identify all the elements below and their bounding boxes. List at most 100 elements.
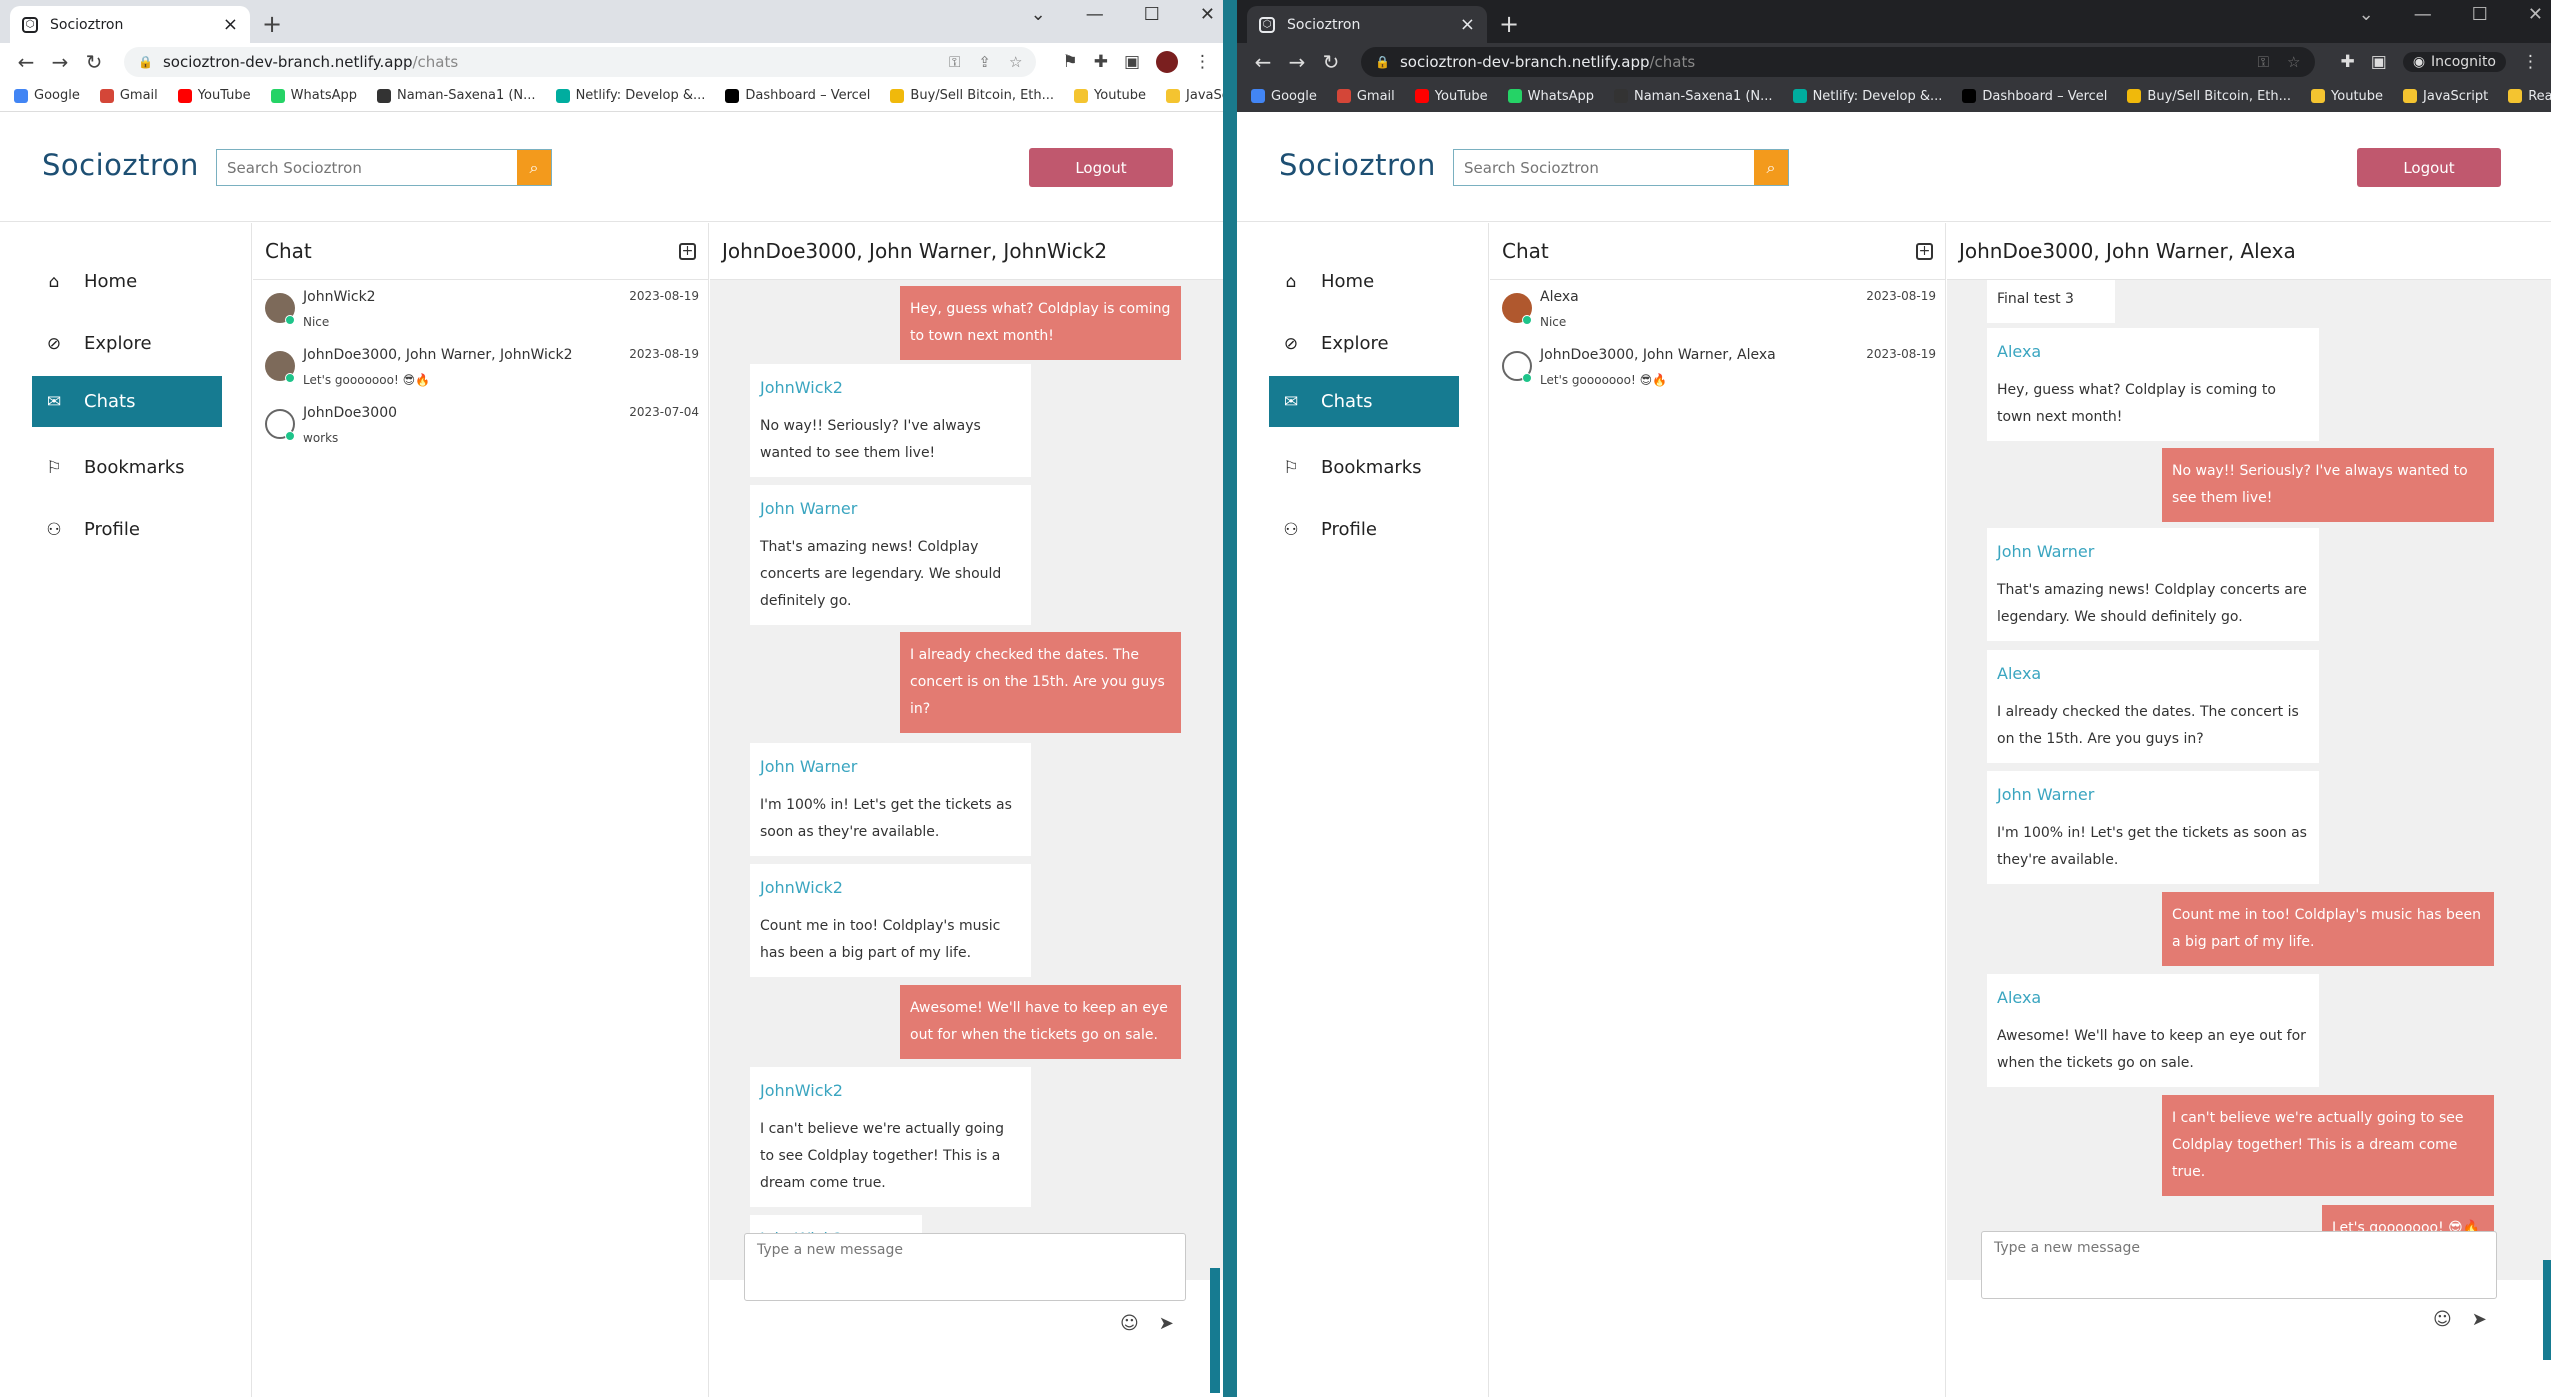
maximize-icon[interactable]: ☐ [1144,4,1160,25]
bookmark-item[interactable]: Youtube [1074,88,1146,103]
sidebar-item-profile[interactable]: ⚇ Profile [1269,504,1459,555]
browser-tab[interactable]: ⬡ Socioztron × [1247,6,1487,43]
logo[interactable]: Socioztron [42,148,199,182]
search-button[interactable]: ⌕ [1754,150,1788,185]
sidebar-item-home[interactable]: ⌂ Home [1269,256,1459,307]
menu-icon[interactable]: ⋮ [1194,52,1211,72]
sidebar-item-bookmarks[interactable]: ⚐ Bookmarks [1269,442,1459,493]
message-list[interactable]: Final test 3 Alexa Hey, guess what? Coldp… [1947,280,2551,1280]
search-button[interactable]: ⌕ [517,150,551,185]
message-list[interactable]: Hey, guess what? Coldplay is coming to t… [710,280,1223,1280]
sidebar-item-profile[interactable]: ⚇ Profile [32,504,222,555]
bookmark-item[interactable]: Netlify: Develop &... [1792,89,1942,104]
bookmark-item[interactable]: Google [1251,89,1317,104]
key-icon[interactable]: ⚿ [949,53,960,71]
bookmark-item[interactable]: Dashboard – Vercel [1962,89,2107,104]
incognito-badge[interactable]: ◉ Incognito [2402,51,2506,72]
sidepanel-icon[interactable]: ▣ [1124,52,1140,72]
scrollbar[interactable] [1210,1268,1220,1393]
menu-icon[interactable]: ⋮ [2522,52,2539,72]
new-tab-button[interactable]: + [262,10,282,38]
emoji-icon[interactable]: ☺ [2433,1309,2452,1330]
chat-list-item[interactable]: JohnDoe3000 2023-07-04 works [263,401,699,457]
chat-list-item[interactable]: JohnWick2 2023-08-19 Nice [263,285,699,341]
search-input[interactable] [217,150,517,185]
new-chat-icon[interactable]: + [679,242,696,260]
maximize-icon[interactable]: ☐ [2472,4,2488,25]
new-tab-button[interactable]: + [1499,10,1519,38]
bookmark-item[interactable]: Buy/Sell Bitcoin, Eth... [2127,89,2291,104]
chat-list-item[interactable]: JohnDoe3000, John Warner, JohnWick2 2023… [263,343,699,399]
app: Socioztron ⌕ Logout ⌂ Home ⊘ Explore ✉ Chat… [0,112,1223,1397]
search-icon: ⌕ [529,157,539,177]
message-input[interactable]: Type a new message [1981,1231,2497,1299]
back-icon[interactable]: ← [12,50,40,74]
address-bar-row: ← → ↻ 🔒 socioztron-dev-branch.netlify.ap… [1237,43,2551,80]
sidepanel-icon[interactable]: ▣ [2371,52,2387,72]
profile-avatar[interactable] [1156,50,1178,73]
reload-icon[interactable]: ↻ [1317,50,1345,74]
star-icon[interactable]: ☆ [1009,53,1022,71]
scrollbar[interactable] [2543,1260,2551,1360]
emoji-icon[interactable]: ☺ [1120,1313,1139,1334]
bookmark-item[interactable]: Google [14,88,80,103]
lock-icon[interactable]: 🔒 [1375,55,1390,69]
bookmark-item[interactable]: Youtube [2311,89,2383,104]
bookmark-item[interactable]: Dashboard – Vercel [725,88,870,103]
logo[interactable]: Socioztron [1279,148,1436,182]
message-text: Count me in too! Coldplay's music has be… [760,918,1001,961]
send-icon[interactable]: ➤ [1159,1313,1174,1334]
url-field[interactable]: 🔒 socioztron-dev-branch.netlify.app/chat… [124,46,1037,77]
chat-preview: Nice [1540,315,1567,329]
bookmark-item[interactable]: Buy/Sell Bitcoin, Eth... [890,88,1054,103]
minimize-icon[interactable]: — [1086,4,1104,25]
key-icon[interactable]: ⚿ [2258,53,2269,71]
forward-icon[interactable]: → [1283,50,1311,74]
close-icon[interactable]: ✕ [2528,4,2543,25]
puzzle-icon[interactable]: ✚ [2341,52,2355,72]
close-tab-icon[interactable]: × [1460,14,1475,35]
browser-tab[interactable]: ⬡ Socioztron × [10,6,250,43]
sidebar-item-chats[interactable]: ✉ Chats [32,376,222,427]
extension-icon[interactable]: ⚑ [1062,52,1077,72]
chat-list-item[interactable]: JohnDoe3000, John Warner, Alexa 2023-08-… [1500,343,1936,399]
bookmark-item[interactable]: JavaScript [1166,88,1223,103]
forward-icon[interactable]: → [46,50,74,74]
star-icon[interactable]: ☆ [2287,53,2300,71]
bookmark-item[interactable]: WhatsApp [1507,89,1594,104]
chevron-down-icon[interactable]: ⌄ [1031,4,1046,25]
sidebar-item-home[interactable]: ⌂ Home [32,256,222,307]
sidebar-item-chats[interactable]: ✉ Chats [1269,376,1459,427]
bookmark-item[interactable]: Naman-Saxena1 (N... [1613,89,1773,104]
minimize-icon[interactable]: — [2414,4,2432,25]
bookmark-item[interactable]: Naman-Saxena1 (N... [376,88,536,103]
puzzle-icon[interactable]: ✚ [1094,52,1108,72]
logout-button[interactable]: Logout [2357,148,2501,187]
send-icon[interactable]: ➤ [2472,1309,2487,1330]
bookmark-item[interactable]: YouTube [177,88,251,103]
bookmark-favicon-icon [1792,89,1807,103]
bookmark-item[interactable]: YouTube [1414,89,1488,104]
sidebar-item-explore[interactable]: ⊘ Explore [32,318,222,369]
close-tab-icon[interactable]: × [223,14,238,35]
share-icon[interactable]: ⇪ [978,53,991,71]
bookmark-item[interactable]: Gmail [99,88,158,103]
url-field[interactable]: 🔒 socioztron-dev-branch.netlify.app/chat… [1361,46,2315,77]
bookmark-item[interactable]: WhatsApp [270,88,357,103]
back-icon[interactable]: ← [1249,50,1277,74]
search-input[interactable] [1454,150,1754,185]
reload-icon[interactable]: ↻ [80,50,108,74]
message-input[interactable]: Type a new message [744,1233,1186,1301]
bookmark-item[interactable]: Gmail [1336,89,1395,104]
bookmark-item[interactable]: Netlify: Develop &... [555,88,705,103]
sidebar-item-explore[interactable]: ⊘ Explore [1269,318,1459,369]
close-icon[interactable]: ✕ [1200,4,1215,25]
chat-list-item[interactable]: Alexa 2023-08-19 Nice [1500,285,1936,341]
logout-button[interactable]: Logout [1029,148,1173,187]
new-chat-icon[interactable]: + [1916,242,1933,260]
chevron-down-icon[interactable]: ⌄ [2359,4,2374,25]
bookmark-item[interactable]: JavaScript [2403,89,2488,104]
bookmark-item[interactable]: React [2508,89,2551,104]
sidebar-item-bookmarks[interactable]: ⚐ Bookmarks [32,442,222,493]
lock-icon[interactable]: 🔒 [138,55,153,69]
